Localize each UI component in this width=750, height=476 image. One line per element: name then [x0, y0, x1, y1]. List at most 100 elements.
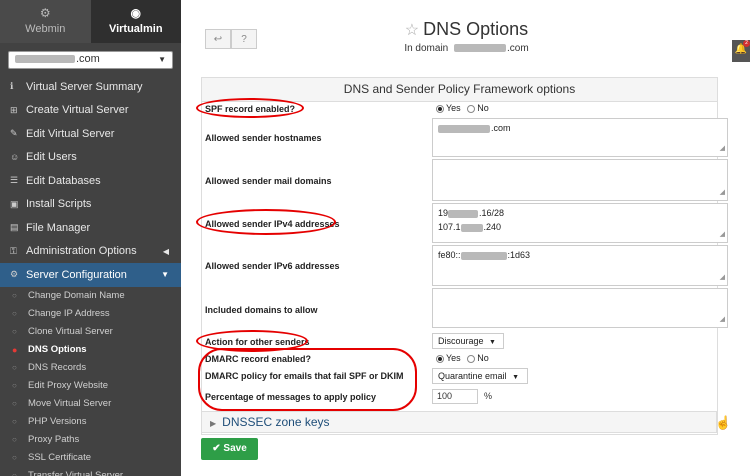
sidebar-subitem-label: Edit Proxy Website: [28, 380, 109, 391]
allowed-hostnames-value: .com: [491, 123, 511, 133]
included-domains-label: Included domains to allow: [205, 305, 318, 315]
caret-right-icon: ▶: [210, 419, 217, 428]
sidebar-subitem-transfer-virtual-server[interactable]: ○ Transfer Virtual Server: [0, 467, 181, 476]
included-domains-textarea[interactable]: ◢: [432, 288, 728, 328]
resize-grip-icon[interactable]: ◢: [720, 271, 725, 285]
redacted-text: [460, 223, 483, 232]
sidebar-subitem-dns-records[interactable]: ○ DNS Records: [0, 359, 181, 377]
subtitle-prefix: In domain: [404, 43, 449, 54]
sidebar-item-label: Administration Options: [26, 245, 137, 258]
tab-webmin-label: Webmin: [25, 23, 66, 35]
database-icon: ☰: [10, 175, 19, 186]
ipv6-textarea[interactable]: fe80:::1d63 ◢: [432, 245, 728, 286]
allowed-hostnames-textarea[interactable]: .com ◢: [432, 118, 728, 157]
spf-enabled-label: SPF record enabled?: [205, 104, 296, 114]
redacted-text: [448, 209, 479, 218]
sidebar-subitem-label: Move Virtual Server: [28, 398, 112, 409]
ipv4-textarea[interactable]: 19 .16/28 107.1 .240 ◢: [432, 203, 728, 243]
resize-grip-icon[interactable]: ◢: [720, 186, 725, 200]
save-label: Save: [223, 443, 247, 454]
sidebar-subitem-dns-options[interactable]: ● DNS Options: [0, 341, 181, 359]
page-subtitle: In domain .com: [183, 43, 750, 54]
sidebar-item-administration-options[interactable]: ⚿ Administration Options ◀: [0, 240, 181, 264]
sidebar-subitem-change-domain-name[interactable]: ○ Change Domain Name: [0, 287, 181, 305]
users-icon: ☺: [10, 152, 20, 163]
sidebar-item-label: Edit Databases: [26, 174, 101, 187]
redacted-text: [454, 44, 507, 53]
dot-icon: ○: [12, 291, 17, 300]
dmarc-no-radio[interactable]: [467, 354, 476, 363]
sidebar-item-create-virtual-server[interactable]: ⊞ Create Virtual Server: [0, 99, 181, 123]
notifications-button[interactable]: 🔔 2: [732, 40, 750, 62]
dot-icon: ○: [12, 327, 17, 336]
sidebar-item-virtual-server-summary[interactable]: ℹ Virtual Server Summary: [0, 75, 181, 99]
globe-icon: ◉: [130, 6, 141, 20]
redacted-text: [438, 124, 490, 133]
dnssec-section-header[interactable]: ▶ DNSSEC zone keys: [201, 411, 717, 433]
sidebar-subitem-edit-proxy-website[interactable]: ○ Edit Proxy Website: [0, 377, 181, 395]
dot-icon: ○: [12, 381, 17, 390]
sidebar-subitem-php-versions[interactable]: ○ PHP Versions: [0, 413, 181, 431]
sidebar-subitem-label: Change IP Address: [28, 308, 110, 319]
sidebar-item-server-configuration[interactable]: ⚙ Server Configuration ▼: [0, 263, 181, 287]
edit-icon: ✎: [10, 128, 18, 139]
folder-icon: ▤: [10, 222, 19, 233]
sidebar-item-edit-virtual-server[interactable]: ✎ Edit Virtual Server: [0, 122, 181, 146]
plus-square-icon: ⊞: [10, 104, 18, 115]
tab-webmin[interactable]: ⚙ Webmin: [0, 0, 91, 43]
spf-no-radio[interactable]: [467, 104, 476, 113]
save-button[interactable]: ✔ Save: [201, 438, 258, 460]
action-label: Action for other senders: [205, 337, 310, 347]
page-title: ☆ DNS Options: [183, 19, 750, 40]
sidebar-subitem-label: DNS Records: [28, 362, 87, 373]
allowed-hostnames-label: Allowed sender hostnames: [205, 133, 322, 143]
sidebar-subitem-label: Proxy Paths: [28, 434, 80, 445]
sidebar-item-file-manager[interactable]: ▤ File Manager: [0, 216, 181, 240]
ipv4-label: Allowed sender IPv4 addresses: [205, 219, 340, 229]
sidebar-subitem-ssl-certificate[interactable]: ○ SSL Certificate: [0, 449, 181, 467]
sidebar-item-edit-databases[interactable]: ☰ Edit Databases: [0, 169, 181, 193]
caret-down-icon: ▼: [161, 270, 169, 280]
page-title-text: DNS Options: [423, 19, 529, 39]
redacted-text: [460, 251, 507, 260]
sidebar-item-label: Install Scripts: [26, 198, 92, 211]
dmarc-yes-label: Yes: [446, 353, 461, 363]
sidebar-subitem-move-virtual-server[interactable]: ○ Move Virtual Server: [0, 395, 181, 413]
main-content: ↩ ? ☆ DNS Options In domain .com 🔔 2 DNS …: [183, 0, 750, 476]
dmarc-policy-label: DMARC policy for emails that fail SPF or…: [205, 371, 404, 381]
notification-count: 2: [743, 40, 750, 47]
resize-grip-icon[interactable]: ◢: [720, 313, 725, 327]
ipv6-part: :1d63: [507, 250, 531, 260]
percentage-label: Percentage of messages to apply policy: [205, 392, 377, 402]
redacted-text: [15, 55, 75, 64]
terminal-icon: ▣: [10, 198, 19, 209]
sidebar-menu: ℹ Virtual Server Summary ⊞ Create Virtual S…: [0, 75, 181, 287]
sidebar-tabs: ⚙ Webmin ◉ Virtualmin: [0, 0, 181, 43]
sidebar-subitem-proxy-paths[interactable]: ○ Proxy Paths: [0, 431, 181, 449]
percentage-input[interactable]: 100: [432, 389, 478, 404]
dmarc-yes-radio[interactable]: [436, 354, 444, 363]
spf-enabled-radios: Yes No: [432, 103, 489, 113]
dot-icon: ○: [12, 471, 17, 476]
dot-icon: ○: [12, 453, 17, 462]
domain-select[interactable]: .com ▼: [8, 51, 173, 69]
sidebar-item-edit-users[interactable]: ☺ Edit Users: [0, 146, 181, 170]
dmarc-policy-select[interactable]: Quarantine email ▼: [432, 368, 528, 384]
sidebar-item-label: Server Configuration: [26, 268, 127, 281]
resize-grip-icon[interactable]: ◢: [720, 142, 725, 156]
tab-virtualmin[interactable]: ◉ Virtualmin: [90, 0, 181, 43]
sidebar-subitem-clone-virtual-server[interactable]: ○ Clone Virtual Server: [0, 323, 181, 341]
cogs-icon: ⚙: [10, 269, 19, 280]
allowed-mail-domains-textarea[interactable]: ◢: [432, 159, 728, 201]
star-icon[interactable]: ☆: [405, 22, 419, 39]
sidebar-subitem-change-ip-address[interactable]: ○ Change IP Address: [0, 305, 181, 323]
dmarc-enabled-radios: Yes No: [432, 353, 489, 363]
action-select[interactable]: Discourage ▼: [432, 333, 504, 349]
action-select-value: Discourage: [438, 336, 484, 346]
spf-yes-radio[interactable]: [436, 104, 444, 113]
sidebar-item-install-scripts[interactable]: ▣ Install Scripts: [0, 193, 181, 217]
sidebar-subitem-label: Change Domain Name: [28, 290, 125, 301]
resize-grip-icon[interactable]: ◢: [720, 228, 725, 242]
dot-icon: ○: [12, 309, 17, 318]
ipv4-line1-part: .16/28: [479, 208, 505, 218]
